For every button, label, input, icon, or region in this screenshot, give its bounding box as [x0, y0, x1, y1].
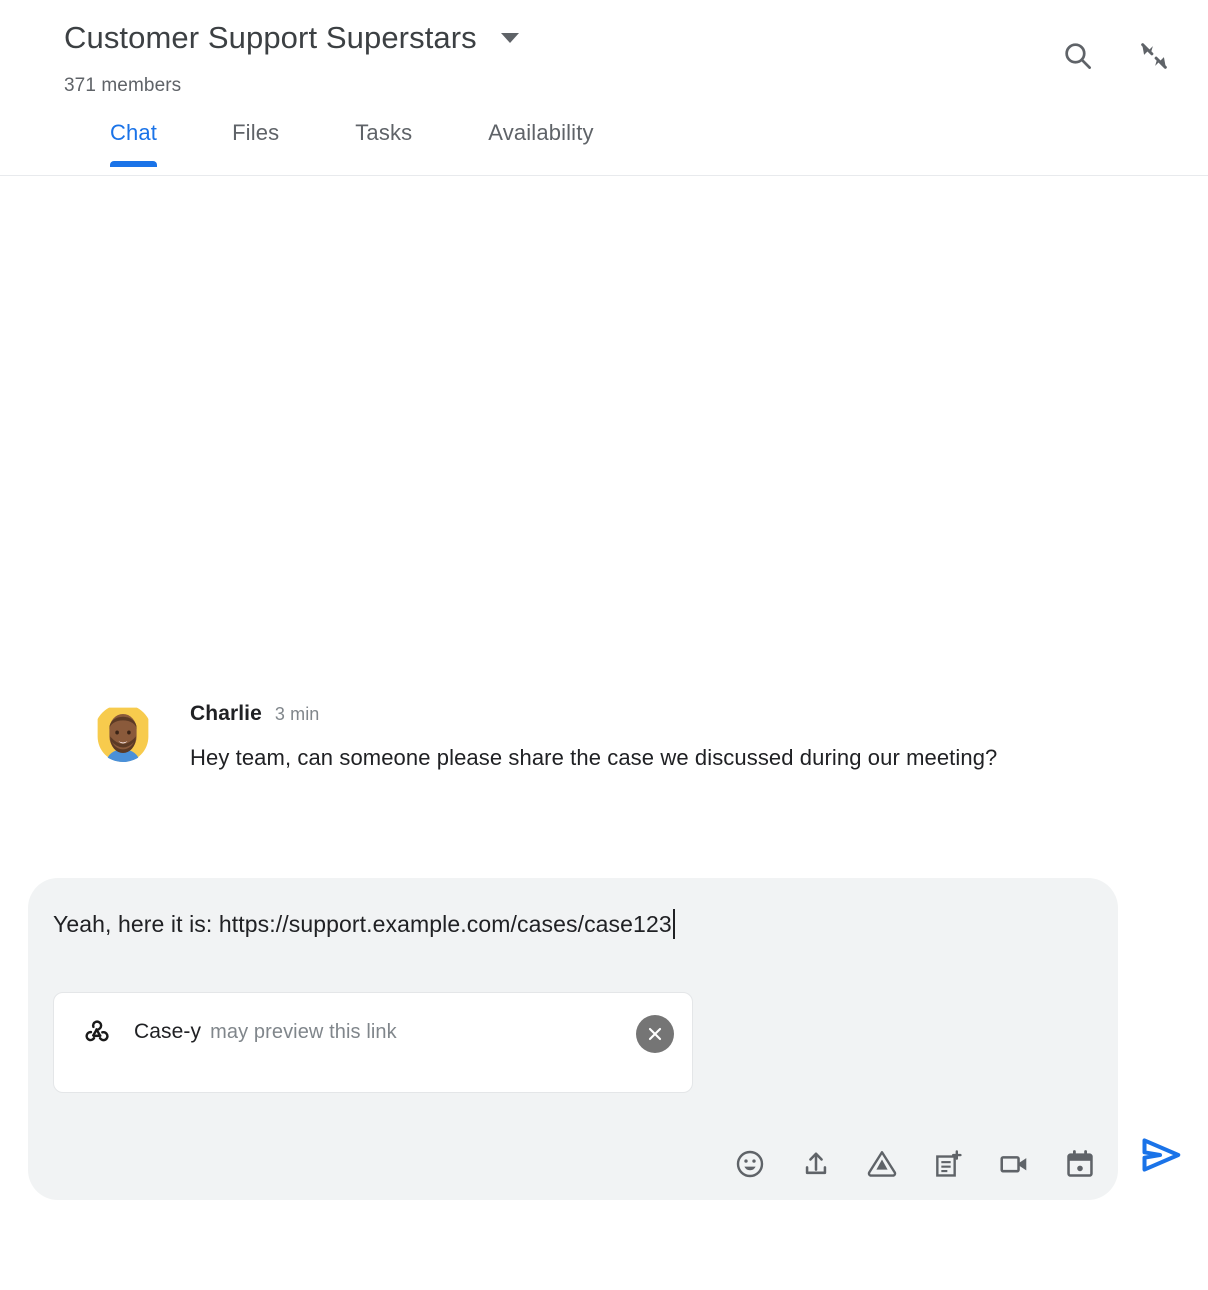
calendar-button[interactable] — [1060, 1144, 1100, 1184]
drive-button[interactable] — [862, 1144, 902, 1184]
video-meeting-button[interactable] — [994, 1144, 1034, 1184]
collapse-icon — [1141, 43, 1167, 69]
avatar[interactable] — [94, 704, 152, 762]
search-button[interactable] — [1054, 32, 1102, 80]
message-list: Charlie 3 min Hey team, can someone plea… — [0, 176, 1208, 866]
message-item: Charlie 3 min Hey team, can someone plea… — [94, 700, 1094, 778]
create-doc-icon — [936, 1150, 962, 1177]
close-icon — [648, 1027, 662, 1041]
link-preview-card[interactable]: Case-y may preview this link — [53, 992, 693, 1093]
webhook-icon — [82, 1017, 112, 1047]
search-icon — [1065, 43, 1091, 69]
header-actions — [1054, 32, 1178, 80]
emoji-button[interactable] — [730, 1144, 770, 1184]
tab-tasks-label: Tasks — [355, 120, 413, 145]
compose-toolbar — [730, 1144, 1100, 1184]
chat-room-panel: Customer Support Superstars 371 members — [0, 0, 1208, 1290]
room-title-row[interactable]: Customer Support Superstars — [64, 18, 519, 58]
message-meta: Charlie 3 min — [190, 702, 997, 726]
tab-availability-label: Availability — [488, 120, 594, 145]
video-icon — [1000, 1156, 1027, 1173]
upload-icon — [805, 1152, 827, 1175]
link-preview-row: Case-y may preview this link — [82, 1017, 674, 1047]
message-body: Charlie 3 min Hey team, can someone plea… — [190, 700, 997, 778]
tab-tasks[interactable]: Tasks — [355, 118, 412, 168]
link-preview-app-name: Case-y — [134, 1020, 202, 1043]
tab-chat[interactable]: Chat — [110, 118, 158, 168]
room-header: Customer Support Superstars 371 members — [0, 0, 1208, 176]
page-title: Customer Support Superstars — [64, 20, 477, 55]
calendar-icon — [1067, 1150, 1093, 1177]
message-timestamp: 3 min — [274, 704, 320, 724]
emoji-icon — [736, 1150, 764, 1178]
compose-input-value: Yeah, here it is: https://support.exampl… — [53, 911, 672, 937]
link-preview-hint: may preview this link — [210, 1020, 397, 1043]
tab-chat-label: Chat — [110, 120, 158, 145]
compose-box[interactable]: Yeah, here it is: https://support.exampl… — [28, 878, 1118, 1200]
link-preview-close-button[interactable] — [636, 1015, 674, 1053]
member-count-label: 371 members — [64, 75, 182, 96]
tab-files-label: Files — [232, 120, 280, 145]
tab-availability[interactable]: Availability — [488, 118, 593, 168]
room-tabs: Chat Files Tasks Availability — [0, 118, 1208, 176]
text-cursor — [672, 909, 675, 939]
send-button[interactable] — [1136, 1130, 1186, 1180]
tab-active-indicator — [110, 161, 158, 167]
drive-icon — [867, 1151, 897, 1177]
tab-files[interactable]: Files — [232, 118, 279, 168]
message-sender: Charlie — [190, 702, 262, 725]
upload-button[interactable] — [796, 1144, 836, 1184]
message-text: Hey team, can someone please share the c… — [190, 745, 998, 770]
chevron-down-icon[interactable] — [500, 33, 519, 43]
charlie-avatar — [94, 704, 152, 762]
send-icon — [1142, 1138, 1181, 1172]
compose-input[interactable]: Yeah, here it is: https://support.exampl… — [53, 906, 675, 942]
collapse-button[interactable] — [1130, 32, 1178, 80]
create-document-button[interactable] — [928, 1144, 968, 1184]
